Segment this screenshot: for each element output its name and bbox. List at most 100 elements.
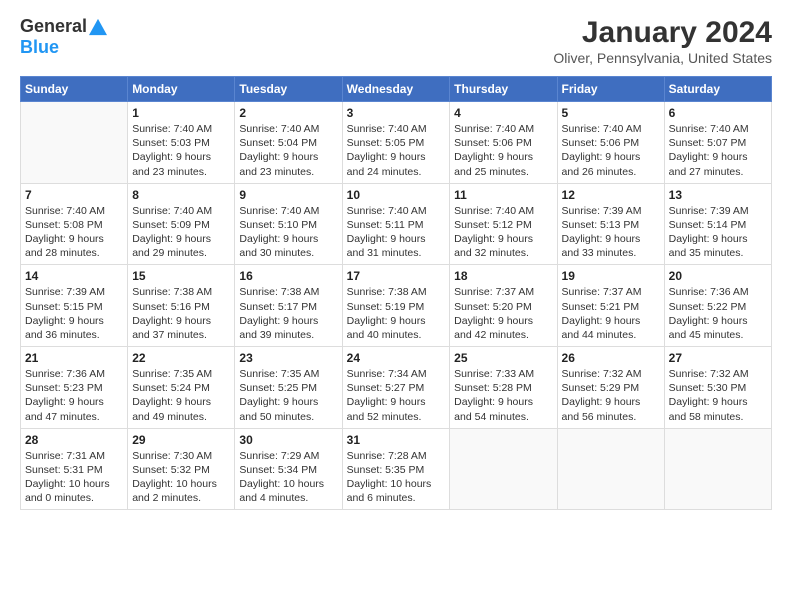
calendar-cell xyxy=(664,428,771,510)
day-number: 29 xyxy=(132,433,230,447)
day-info: Sunrise: 7:40 AM Sunset: 5:05 PM Dayligh… xyxy=(347,122,446,179)
day-number: 26 xyxy=(562,351,660,365)
day-number: 11 xyxy=(454,188,552,202)
day-info: Sunrise: 7:37 AM Sunset: 5:21 PM Dayligh… xyxy=(562,285,660,342)
calendar-day-header: Friday xyxy=(557,77,664,102)
day-info: Sunrise: 7:29 AM Sunset: 5:34 PM Dayligh… xyxy=(239,449,337,506)
calendar-cell: 21 Sunrise: 7:36 AM Sunset: 5:23 PM Dayli… xyxy=(21,347,128,429)
calendar-cell: 14 Sunrise: 7:39 AM Sunset: 5:15 PM Dayli… xyxy=(21,265,128,347)
day-info: Sunrise: 7:37 AM Sunset: 5:20 PM Dayligh… xyxy=(454,285,552,342)
day-info: Sunrise: 7:40 AM Sunset: 5:06 PM Dayligh… xyxy=(562,122,660,179)
day-info: Sunrise: 7:40 AM Sunset: 5:11 PM Dayligh… xyxy=(347,204,446,261)
day-number: 24 xyxy=(347,351,446,365)
calendar-day-header: Monday xyxy=(128,77,235,102)
calendar-day-header: Thursday xyxy=(450,77,557,102)
calendar-cell: 17 Sunrise: 7:38 AM Sunset: 5:19 PM Dayli… xyxy=(342,265,450,347)
header: General Blue January 2024 Oliver, Pennsy… xyxy=(20,16,772,66)
day-info: Sunrise: 7:35 AM Sunset: 5:24 PM Dayligh… xyxy=(132,367,230,424)
day-number: 14 xyxy=(25,269,123,283)
calendar-cell xyxy=(450,428,557,510)
day-info: Sunrise: 7:36 AM Sunset: 5:22 PM Dayligh… xyxy=(669,285,767,342)
calendar-cell: 20Sunrise: 7:36 AM Sunset: 5:22 PM Dayli… xyxy=(664,265,771,347)
calendar-week-row: 14 Sunrise: 7:39 AM Sunset: 5:15 PM Dayli… xyxy=(21,265,772,347)
calendar-day-header: Sunday xyxy=(21,77,128,102)
calendar-week-row: 28Sunrise: 7:31 AM Sunset: 5:31 PM Dayli… xyxy=(21,428,772,510)
day-number: 17 xyxy=(347,269,446,283)
day-number: 7 xyxy=(25,188,123,202)
calendar-cell: 28Sunrise: 7:31 AM Sunset: 5:31 PM Dayli… xyxy=(21,428,128,510)
day-info: Sunrise: 7:40 AM Sunset: 5:03 PM Dayligh… xyxy=(132,122,230,179)
day-number: 13 xyxy=(669,188,767,202)
day-number: 8 xyxy=(132,188,230,202)
day-number: 3 xyxy=(347,106,446,120)
calendar-cell: 3 Sunrise: 7:40 AM Sunset: 5:05 PM Daylig… xyxy=(342,102,450,184)
day-number: 21 xyxy=(25,351,123,365)
calendar-cell: 10Sunrise: 7:40 AM Sunset: 5:11 PM Dayli… xyxy=(342,183,450,265)
day-info: Sunrise: 7:39 AM Sunset: 5:13 PM Dayligh… xyxy=(562,204,660,261)
calendar-cell: 19 Sunrise: 7:37 AM Sunset: 5:21 PM Dayli… xyxy=(557,265,664,347)
day-info: Sunrise: 7:38 AM Sunset: 5:17 PM Dayligh… xyxy=(239,285,337,342)
calendar-cell: 26Sunrise: 7:32 AM Sunset: 5:29 PM Dayli… xyxy=(557,347,664,429)
day-info: Sunrise: 7:36 AM Sunset: 5:23 PM Dayligh… xyxy=(25,367,123,424)
calendar-cell: 6 Sunrise: 7:40 AM Sunset: 5:07 PM Daylig… xyxy=(664,102,771,184)
calendar-cell: 5 Sunrise: 7:40 AM Sunset: 5:06 PM Daylig… xyxy=(557,102,664,184)
day-info: Sunrise: 7:40 AM Sunset: 5:04 PM Dayligh… xyxy=(239,122,337,179)
calendar-cell: 1 Sunrise: 7:40 AM Sunset: 5:03 PM Daylig… xyxy=(128,102,235,184)
day-number: 16 xyxy=(239,269,337,283)
title-block: January 2024 Oliver, Pennsylvania, Unite… xyxy=(553,16,772,66)
calendar-day-header: Tuesday xyxy=(235,77,342,102)
day-number: 30 xyxy=(239,433,337,447)
logo-blue-text: Blue xyxy=(20,37,59,58)
day-info: Sunrise: 7:40 AM Sunset: 5:08 PM Dayligh… xyxy=(25,204,123,261)
calendar-cell: 11Sunrise: 7:40 AM Sunset: 5:12 PM Dayli… xyxy=(450,183,557,265)
calendar-cell: 24Sunrise: 7:34 AM Sunset: 5:27 PM Dayli… xyxy=(342,347,450,429)
day-number: 6 xyxy=(669,106,767,120)
calendar-cell xyxy=(557,428,664,510)
day-number: 18 xyxy=(454,269,552,283)
day-info: Sunrise: 7:40 AM Sunset: 5:09 PM Dayligh… xyxy=(132,204,230,261)
calendar-table: SundayMondayTuesdayWednesdayThursdayFrid… xyxy=(20,76,772,510)
day-info: Sunrise: 7:32 AM Sunset: 5:30 PM Dayligh… xyxy=(669,367,767,424)
calendar-cell: 29Sunrise: 7:30 AM Sunset: 5:32 PM Dayli… xyxy=(128,428,235,510)
page: General Blue January 2024 Oliver, Pennsy… xyxy=(0,0,792,612)
day-number: 5 xyxy=(562,106,660,120)
day-info: Sunrise: 7:39 AM Sunset: 5:15 PM Dayligh… xyxy=(25,285,123,342)
day-number: 22 xyxy=(132,351,230,365)
logo: General Blue xyxy=(20,16,107,58)
calendar-cell: 2 Sunrise: 7:40 AM Sunset: 5:04 PM Daylig… xyxy=(235,102,342,184)
day-number: 15 xyxy=(132,269,230,283)
day-info: Sunrise: 7:28 AM Sunset: 5:35 PM Dayligh… xyxy=(347,449,446,506)
day-number: 19 xyxy=(562,269,660,283)
day-info: Sunrise: 7:40 AM Sunset: 5:06 PM Dayligh… xyxy=(454,122,552,179)
logo-icon xyxy=(89,18,107,36)
calendar-cell: 13 Sunrise: 7:39 AM Sunset: 5:14 PM Dayli… xyxy=(664,183,771,265)
calendar-cell: 27 Sunrise: 7:32 AM Sunset: 5:30 PM Dayli… xyxy=(664,347,771,429)
calendar-cell: 16 Sunrise: 7:38 AM Sunset: 5:17 PM Dayli… xyxy=(235,265,342,347)
day-number: 27 xyxy=(669,351,767,365)
calendar-day-header: Saturday xyxy=(664,77,771,102)
calendar-cell: 7 Sunrise: 7:40 AM Sunset: 5:08 PM Daylig… xyxy=(21,183,128,265)
calendar-cell: 23 Sunrise: 7:35 AM Sunset: 5:25 PM Dayli… xyxy=(235,347,342,429)
calendar-cell: 9Sunrise: 7:40 AM Sunset: 5:10 PM Daylig… xyxy=(235,183,342,265)
day-info: Sunrise: 7:31 AM Sunset: 5:31 PM Dayligh… xyxy=(25,449,123,506)
day-number: 1 xyxy=(132,106,230,120)
calendar-cell: 22 Sunrise: 7:35 AM Sunset: 5:24 PM Dayli… xyxy=(128,347,235,429)
day-info: Sunrise: 7:40 AM Sunset: 5:07 PM Dayligh… xyxy=(669,122,767,179)
day-info: Sunrise: 7:33 AM Sunset: 5:28 PM Dayligh… xyxy=(454,367,552,424)
day-number: 2 xyxy=(239,106,337,120)
day-info: Sunrise: 7:39 AM Sunset: 5:14 PM Dayligh… xyxy=(669,204,767,261)
calendar-day-header: Wednesday xyxy=(342,77,450,102)
calendar-cell: 15Sunrise: 7:38 AM Sunset: 5:16 PM Dayli… xyxy=(128,265,235,347)
calendar-cell: 4 Sunrise: 7:40 AM Sunset: 5:06 PM Daylig… xyxy=(450,102,557,184)
day-info: Sunrise: 7:35 AM Sunset: 5:25 PM Dayligh… xyxy=(239,367,337,424)
logo-general: General xyxy=(20,16,87,37)
main-title: January 2024 xyxy=(553,16,772,50)
calendar-cell: 18 Sunrise: 7:37 AM Sunset: 5:20 PM Dayli… xyxy=(450,265,557,347)
day-number: 4 xyxy=(454,106,552,120)
calendar-cell: 8 Sunrise: 7:40 AM Sunset: 5:09 PM Daylig… xyxy=(128,183,235,265)
calendar-cell: 25Sunrise: 7:33 AM Sunset: 5:28 PM Dayli… xyxy=(450,347,557,429)
day-info: Sunrise: 7:38 AM Sunset: 5:19 PM Dayligh… xyxy=(347,285,446,342)
calendar-week-row: 21 Sunrise: 7:36 AM Sunset: 5:23 PM Dayli… xyxy=(21,347,772,429)
logo-text: General xyxy=(20,16,107,37)
day-number: 23 xyxy=(239,351,337,365)
